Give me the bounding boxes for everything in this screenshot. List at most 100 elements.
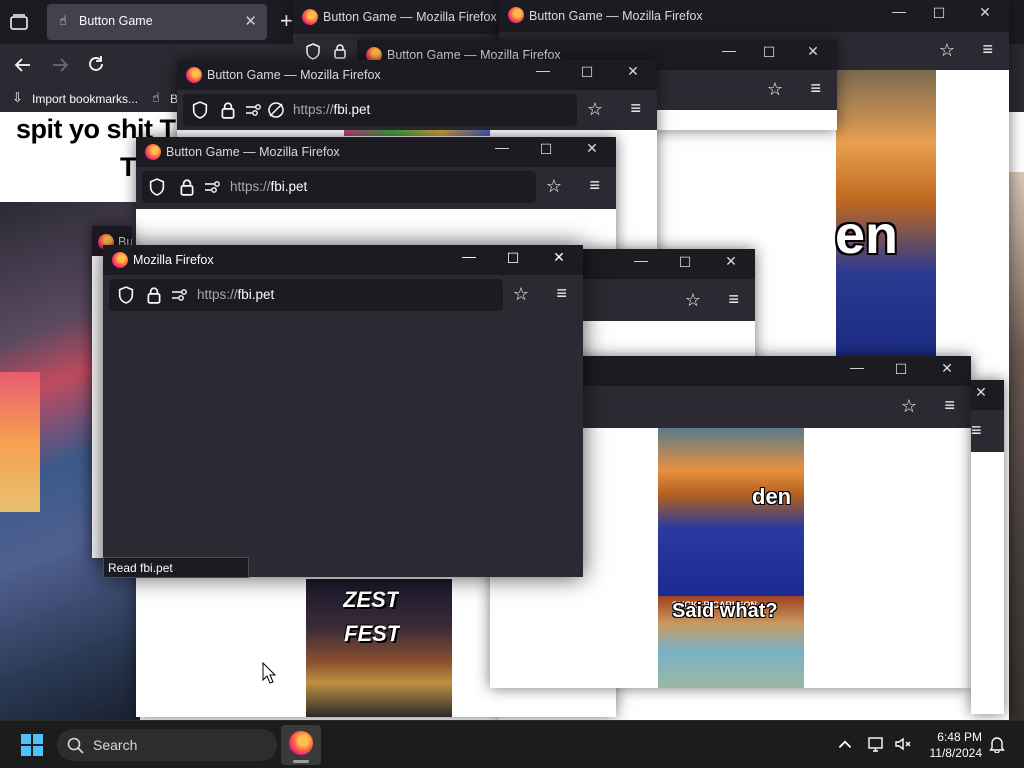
star-icon[interactable]: ☆: [513, 285, 529, 303]
minimize-icon[interactable]: —: [533, 62, 553, 78]
close-icon[interactable]: ✕: [721, 253, 741, 270]
maximize-icon[interactable]: ☐: [891, 361, 911, 378]
firefox-window-9[interactable]: ✕ ≡: [971, 380, 1004, 714]
firefox-icon: [112, 252, 128, 268]
window-titlebar[interactable]: — ☐ ✕: [582, 249, 755, 279]
firefox-icon: [508, 7, 524, 23]
minimize-icon[interactable]: —: [459, 248, 479, 264]
minimize-icon[interactable]: —: [889, 3, 909, 19]
taskbar-firefox-button[interactable]: [281, 725, 321, 765]
tracking-off-icon[interactable]: [267, 101, 285, 119]
minimize-icon[interactable]: —: [492, 139, 512, 155]
maximize-icon[interactable]: ☐: [759, 44, 779, 61]
meme-text-said-what: Said what?: [672, 600, 778, 622]
hamburger-menu-icon[interactable]: ≡: [589, 176, 600, 194]
minimize-icon[interactable]: —: [847, 359, 867, 375]
url-bar[interactable]: https://fbi.pet: [142, 171, 536, 203]
reload-icon[interactable]: [87, 55, 105, 73]
close-icon[interactable]: ✕: [975, 4, 995, 21]
shield-icon[interactable]: [117, 286, 135, 304]
permissions-icon[interactable]: [245, 101, 263, 119]
minimize-icon[interactable]: —: [631, 252, 651, 268]
window-titlebar[interactable]: Button Game — Mozilla Firefox: [293, 0, 503, 34]
star-icon[interactable]: ☆: [939, 41, 955, 59]
hamburger-menu-icon[interactable]: ≡: [810, 79, 821, 97]
gamer-screen: [0, 372, 40, 512]
url-bar[interactable]: https://fbi.pet: [109, 279, 503, 311]
hamburger-menu-icon[interactable]: ≡: [630, 99, 641, 117]
close-icon[interactable]: ✕: [582, 140, 602, 157]
url-bar[interactable]: https://fbi.pet: [183, 94, 577, 126]
shield-icon[interactable]: [191, 101, 209, 119]
maximize-icon[interactable]: ☐: [536, 141, 556, 158]
window-toolbar: https://fbi.pet ☆ ≡: [103, 275, 583, 317]
chevron-up-icon[interactable]: [836, 735, 854, 753]
system-clock[interactable]: 6:48 PM 11/8/2024: [930, 729, 983, 761]
window-content: [103, 317, 583, 577]
tab-button-game[interactable]: ☝ Button Game ✕: [47, 4, 267, 40]
lock-icon[interactable]: [178, 178, 196, 196]
close-icon[interactable]: ✕: [623, 63, 643, 80]
windows-start-icon[interactable]: [21, 734, 43, 756]
window-title: Button Game — Mozilla Firefox: [323, 10, 497, 24]
permissions-icon[interactable]: [204, 178, 222, 196]
hamburger-menu-icon[interactable]: ≡: [971, 421, 982, 439]
star-icon[interactable]: ☆: [546, 177, 562, 195]
forward-icon[interactable]: [51, 56, 69, 74]
window-toolbar: https://fbi.pet ☆ ≡: [136, 167, 616, 209]
url-text[interactable]: https://fbi.pet: [230, 179, 307, 194]
hamburger-menu-icon[interactable]: ≡: [944, 396, 955, 414]
firefox-window-active[interactable]: Mozilla Firefox — ☐ ✕ https://fbi.pet ☆ …: [103, 245, 583, 577]
maximize-icon[interactable]: ☐: [577, 64, 597, 81]
window-toolbar: ☆ ≡: [582, 279, 755, 321]
close-icon[interactable]: ✕: [803, 43, 823, 60]
close-icon[interactable]: ✕: [971, 384, 991, 401]
window-titlebar[interactable]: ✕: [971, 380, 1004, 410]
star-icon[interactable]: ☆: [685, 291, 701, 309]
bookmark-icon: ☝: [152, 90, 160, 105]
maximize-icon[interactable]: ☐: [929, 5, 949, 22]
close-icon[interactable]: ✕: [549, 249, 569, 266]
close-icon[interactable]: ✕: [937, 360, 957, 377]
colorful-image-strip: [344, 130, 490, 136]
star-icon[interactable]: ☆: [587, 100, 603, 118]
star-icon[interactable]: ☆: [767, 80, 783, 98]
firefox-window-1[interactable]: Button Game — Mozilla Firefox: [293, 0, 503, 40]
window-titlebar[interactable]: Button Game — Mozilla Firefox — ☐ ✕: [499, 0, 1009, 32]
window-titlebar[interactable]: Button Game — Mozilla Firefox — ☐ ✕: [136, 137, 616, 167]
tab-list-icon[interactable]: [10, 14, 28, 30]
tab-pointer-icon: ☝: [59, 13, 67, 28]
volume-muted-icon[interactable]: [894, 735, 912, 753]
hamburger-menu-icon[interactable]: ≡: [728, 290, 739, 308]
close-tab-icon[interactable]: ✕: [244, 12, 257, 30]
firefox-icon: [145, 144, 161, 160]
url-text[interactable]: https://fbi.pet: [293, 102, 370, 117]
url-text[interactable]: https://fbi.pet: [197, 287, 274, 302]
network-icon[interactable]: [868, 735, 886, 753]
notification-bell-icon[interactable]: [988, 735, 1006, 753]
hamburger-menu-icon[interactable]: ≡: [982, 40, 993, 58]
page-caption-line2: T: [120, 152, 137, 182]
window-titlebar[interactable]: Button Game — Mozilla Firefox — ☐ ✕: [177, 60, 657, 90]
star-icon[interactable]: ☆: [901, 397, 917, 415]
lock-icon[interactable]: [219, 101, 237, 119]
import-bookmarks-icon: ⇩: [12, 90, 23, 105]
hamburger-menu-icon[interactable]: ≡: [556, 284, 567, 302]
lock-icon[interactable]: [333, 43, 347, 59]
maximize-icon[interactable]: ☐: [503, 250, 523, 267]
shield-icon[interactable]: [148, 178, 166, 196]
new-tab-icon[interactable]: +: [280, 8, 293, 34]
window-title: Mozilla Firefox: [133, 253, 214, 267]
lock-icon[interactable]: [145, 286, 163, 304]
tab-title: Button Game: [79, 14, 153, 28]
back-icon[interactable]: [14, 56, 32, 74]
shield-icon[interactable]: [305, 43, 321, 60]
window-content: [971, 452, 1004, 714]
taskbar-search[interactable]: Search: [57, 729, 277, 761]
permissions-icon[interactable]: [171, 286, 189, 304]
minimize-icon[interactable]: —: [719, 42, 739, 58]
window-titlebar[interactable]: Mozilla Firefox — ☐ ✕: [103, 245, 583, 275]
maximize-icon[interactable]: ☐: [675, 254, 695, 271]
import-bookmarks-link[interactable]: Import bookmarks...: [32, 92, 138, 106]
window-toolbar: ≡: [971, 410, 1004, 452]
